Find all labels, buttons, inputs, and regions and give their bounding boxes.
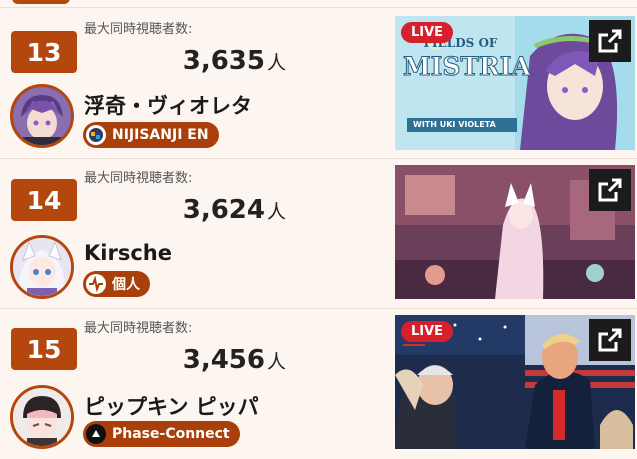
external-link-icon[interactable] xyxy=(589,169,631,211)
avatar-image xyxy=(13,87,71,145)
stream-thumbnail[interactable]: FIELDS OF MISTRIA WITH UKI VIOLETA LIVE xyxy=(395,16,635,150)
external-link-icon[interactable] xyxy=(589,319,631,361)
affiliation-badge[interactable]: Phase-Connect xyxy=(83,421,240,447)
peak-viewers-value: 3,624 人 xyxy=(86,195,286,225)
streamer-name[interactable]: Kirsche xyxy=(84,241,172,265)
rank-badge: 14 xyxy=(11,179,77,221)
peak-viewers-unit: 人 xyxy=(266,52,286,74)
avatar-image xyxy=(13,388,71,446)
streamer-name[interactable]: ピップキン ピッパ xyxy=(84,391,259,421)
thumbnail-subtitle: WITH UKI VIOLETA xyxy=(413,120,496,129)
affiliation-badge[interactable]: 個人 xyxy=(83,271,150,297)
peak-viewers-label: 最大同時視聴者数: xyxy=(84,171,193,186)
peak-viewers-number: 3,624 xyxy=(182,195,265,225)
rank-badge: 13 xyxy=(11,31,77,73)
phase-connect-logo-icon xyxy=(86,424,106,444)
peak-viewers-unit: 人 xyxy=(266,201,286,223)
streamer-name[interactable]: 浮奇・ヴィオレタ xyxy=(84,90,252,120)
stream-thumbnail[interactable]: LIVE xyxy=(395,315,635,449)
rank-badge: 15 xyxy=(11,328,77,370)
thumbnail-title-main: MISTRIA xyxy=(403,52,532,82)
affiliation-label: NIJISANJI EN xyxy=(112,127,209,143)
nijisanji-logo-icon xyxy=(86,125,106,145)
avatar[interactable] xyxy=(10,235,74,299)
avatar[interactable] xyxy=(10,84,74,148)
heartbeat-icon xyxy=(86,274,106,294)
affiliation-label: Phase-Connect xyxy=(112,426,230,442)
live-badge: LIVE xyxy=(401,321,454,342)
peak-viewers-number: 3,635 xyxy=(182,46,265,76)
avatar-image xyxy=(13,238,71,296)
avatar[interactable] xyxy=(10,385,74,449)
live-badge: LIVE xyxy=(401,22,454,43)
affiliation-label: 個人 xyxy=(112,277,140,293)
thumbnail-title: FIELDS OF MISTRIA xyxy=(403,36,532,84)
peak-viewers-value: 3,635 人 xyxy=(86,46,286,76)
previous-rank-badge xyxy=(12,0,70,4)
peak-viewers-label: 最大同時視聴者数: xyxy=(84,321,193,336)
peak-viewers-label: 最大同時視聴者数: xyxy=(84,22,193,37)
ranking-row-13: 13 最大同時視聴者数: 3,635 人 浮奇・ヴィオレタ NIJISANJI E… xyxy=(0,8,637,158)
external-link-icon[interactable] xyxy=(589,20,631,62)
affiliation-badge[interactable]: NIJISANJI EN xyxy=(83,122,219,148)
peak-viewers-number: 3,456 xyxy=(182,345,265,375)
ranking-row-14: 14 最大同時視聴者数: 3,624 人 Kirsche 個人 xyxy=(0,159,637,309)
stream-thumbnail[interactable] xyxy=(395,165,635,299)
ranking-row-15: 15 最大同時視聴者数: 3,456 人 ピップキン ピッパ Phase-Conn… xyxy=(0,309,637,459)
peak-viewers-unit: 人 xyxy=(266,351,286,373)
peak-viewers-value: 3,456 人 xyxy=(86,345,286,375)
